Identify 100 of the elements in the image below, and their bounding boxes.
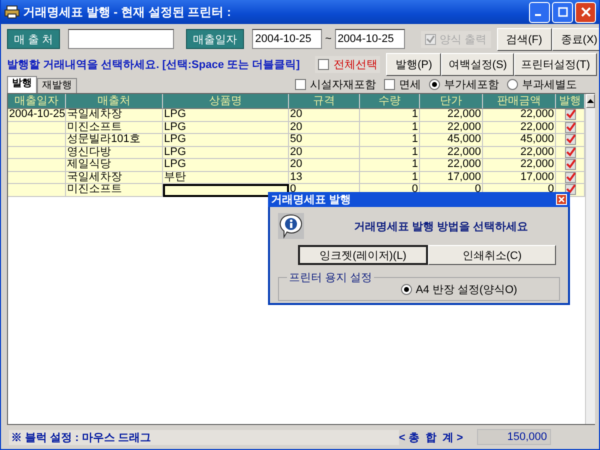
dialog-button[interactable]: 잉크젯(레이저)(L) (298, 245, 428, 265)
date-label: 매출일자 (186, 29, 244, 49)
maximize-button[interactable] (552, 2, 573, 22)
window-title: 거래명세표 발행 - 현재 설정된 프린터 : (23, 4, 232, 20)
total-value: 150,000 (477, 429, 551, 445)
table-cell: 22,000 (420, 109, 483, 122)
table-cell: 22,000 (420, 122, 483, 134)
table-cell: LPG (163, 109, 289, 122)
issued-checkbox[interactable] (564, 159, 576, 170)
status-hint: ※ 블럭 설정 : 마우스 드래그 (9, 430, 399, 444)
issued-checkbox[interactable] (564, 172, 576, 182)
customer-label: 매 출 처 (7, 29, 60, 49)
table-cell: 1 (360, 146, 420, 159)
table-cell: 1 (360, 172, 420, 184)
table-cell: 제일식당 (66, 159, 163, 172)
table-cell: LPG (163, 159, 289, 172)
table-cell: 17,000 (483, 172, 556, 184)
table-cell: 1 (360, 159, 420, 172)
close-icon (558, 196, 565, 203)
table-cell: 22,000 (483, 122, 556, 134)
total-label: < 총 합 계 > (398, 430, 463, 444)
table-cell: 22,000 (483, 146, 556, 159)
table-cell: 20 (289, 159, 360, 172)
column-header[interactable]: 수량 (360, 94, 420, 109)
table-cell: 22,000 (483, 159, 556, 172)
column-header[interactable]: 규격 (289, 94, 360, 109)
scroll-up-icon[interactable] (587, 99, 594, 103)
issued-checkbox[interactable] (564, 134, 576, 145)
table-cell: 22,000 (420, 159, 483, 172)
table-cell: LPG (163, 134, 289, 146)
column-header[interactable]: 상품명 (163, 94, 289, 109)
issued-checkbox[interactable] (564, 146, 576, 158)
maximize-icon (558, 7, 568, 17)
dialog-message: 거래명세표 발행 방법을 선택하세요 (354, 220, 528, 234)
column-header[interactable]: 매출처 (66, 94, 163, 109)
table-cell: LPG (163, 122, 289, 134)
table-cell: 22,000 (483, 109, 556, 122)
minimize-button[interactable] (529, 2, 550, 22)
table-cell: 20 (289, 146, 360, 159)
table-cell: 20 (289, 122, 360, 134)
column-header[interactable]: 판매금액 (483, 94, 556, 109)
action-button[interactable]: 프린터설정(T) (514, 52, 597, 76)
option-checkbox[interactable]: 시설자재포함 (295, 77, 376, 92)
table-cell (8, 184, 66, 196)
table-cell: 국일세차장 (66, 109, 163, 122)
column-header[interactable]: 매출일자 (8, 94, 66, 109)
dialog-button[interactable]: 인쇄취소(C) (428, 245, 556, 265)
customer-field[interactable] (68, 29, 174, 49)
close-button[interactable] (575, 2, 596, 22)
table-cell: 미진소프트 (66, 184, 163, 196)
table-cell (8, 159, 66, 172)
table-cell (8, 134, 66, 146)
table-cell: 미진소프트 (66, 122, 163, 134)
tab[interactable]: 재발행 (37, 78, 77, 93)
close-button[interactable] (556, 194, 567, 205)
table-cell (8, 172, 66, 184)
table-cell (8, 146, 66, 159)
table-cell: 2004-10-25 (8, 109, 66, 122)
tab[interactable]: 발행 (7, 76, 37, 93)
date-separator: ~ (325, 33, 332, 45)
table-cell: 1 (360, 134, 420, 146)
option-radio[interactable]: 부과세별도 (507, 77, 577, 92)
select-all-checkbox[interactable]: 전체선택 (315, 56, 380, 72)
table-cell: 1 (360, 109, 420, 122)
info-icon (278, 213, 304, 239)
action-button[interactable]: 발행(P) (386, 52, 442, 76)
table-cell: 45,000 (420, 134, 483, 146)
issued-checkbox[interactable] (564, 122, 576, 132)
table-cell: 22,000 (420, 146, 483, 159)
close-icon (580, 7, 590, 17)
column-header[interactable]: 단가 (420, 94, 483, 109)
minimize-icon (535, 14, 541, 16)
table-cell: 부탄 (163, 172, 289, 184)
table-cell: 1 (360, 122, 420, 134)
check-icon (426, 34, 435, 44)
issued-checkbox[interactable] (564, 109, 576, 120)
table-cell: LPG (163, 146, 289, 159)
table-cell: 국일세차장 (66, 172, 163, 184)
instruction-text: 발행할 거래내역을 선택하세요. [선택:Space 또는 더블클릭] (7, 58, 301, 72)
table-cell: 13 (289, 172, 360, 184)
date-from-field[interactable]: 2004-10-25 (252, 29, 322, 49)
option-checkbox[interactable]: 면세 (384, 77, 421, 92)
action-button[interactable]: 여백설정(S) (441, 52, 514, 76)
column-header[interactable]: 발행 (556, 94, 585, 109)
table-cell: 50 (289, 134, 360, 146)
issued-checkbox[interactable] (564, 184, 576, 195)
table-cell (8, 122, 66, 134)
printer-icon (4, 5, 20, 19)
paper-radio[interactable]: A4 반장 설정(양식O) (400, 282, 518, 296)
group-label: 프린터 용지 설정 (287, 270, 374, 285)
table-cell: 45,000 (483, 134, 556, 146)
table-cell: 성문빌라101호 (66, 134, 163, 146)
table-cell: 20 (289, 109, 360, 122)
scrollbar[interactable] (585, 94, 595, 424)
option-radio[interactable]: 부가세포함 (429, 77, 499, 92)
table-cell: 17,000 (420, 172, 483, 184)
table-cell: 영신다방 (66, 146, 163, 159)
toolbar-button[interactable]: 종료(X) (552, 28, 599, 50)
toolbar-button[interactable]: 검색(F) (496, 28, 552, 50)
date-to-field[interactable]: 2004-10-25 (334, 29, 405, 49)
